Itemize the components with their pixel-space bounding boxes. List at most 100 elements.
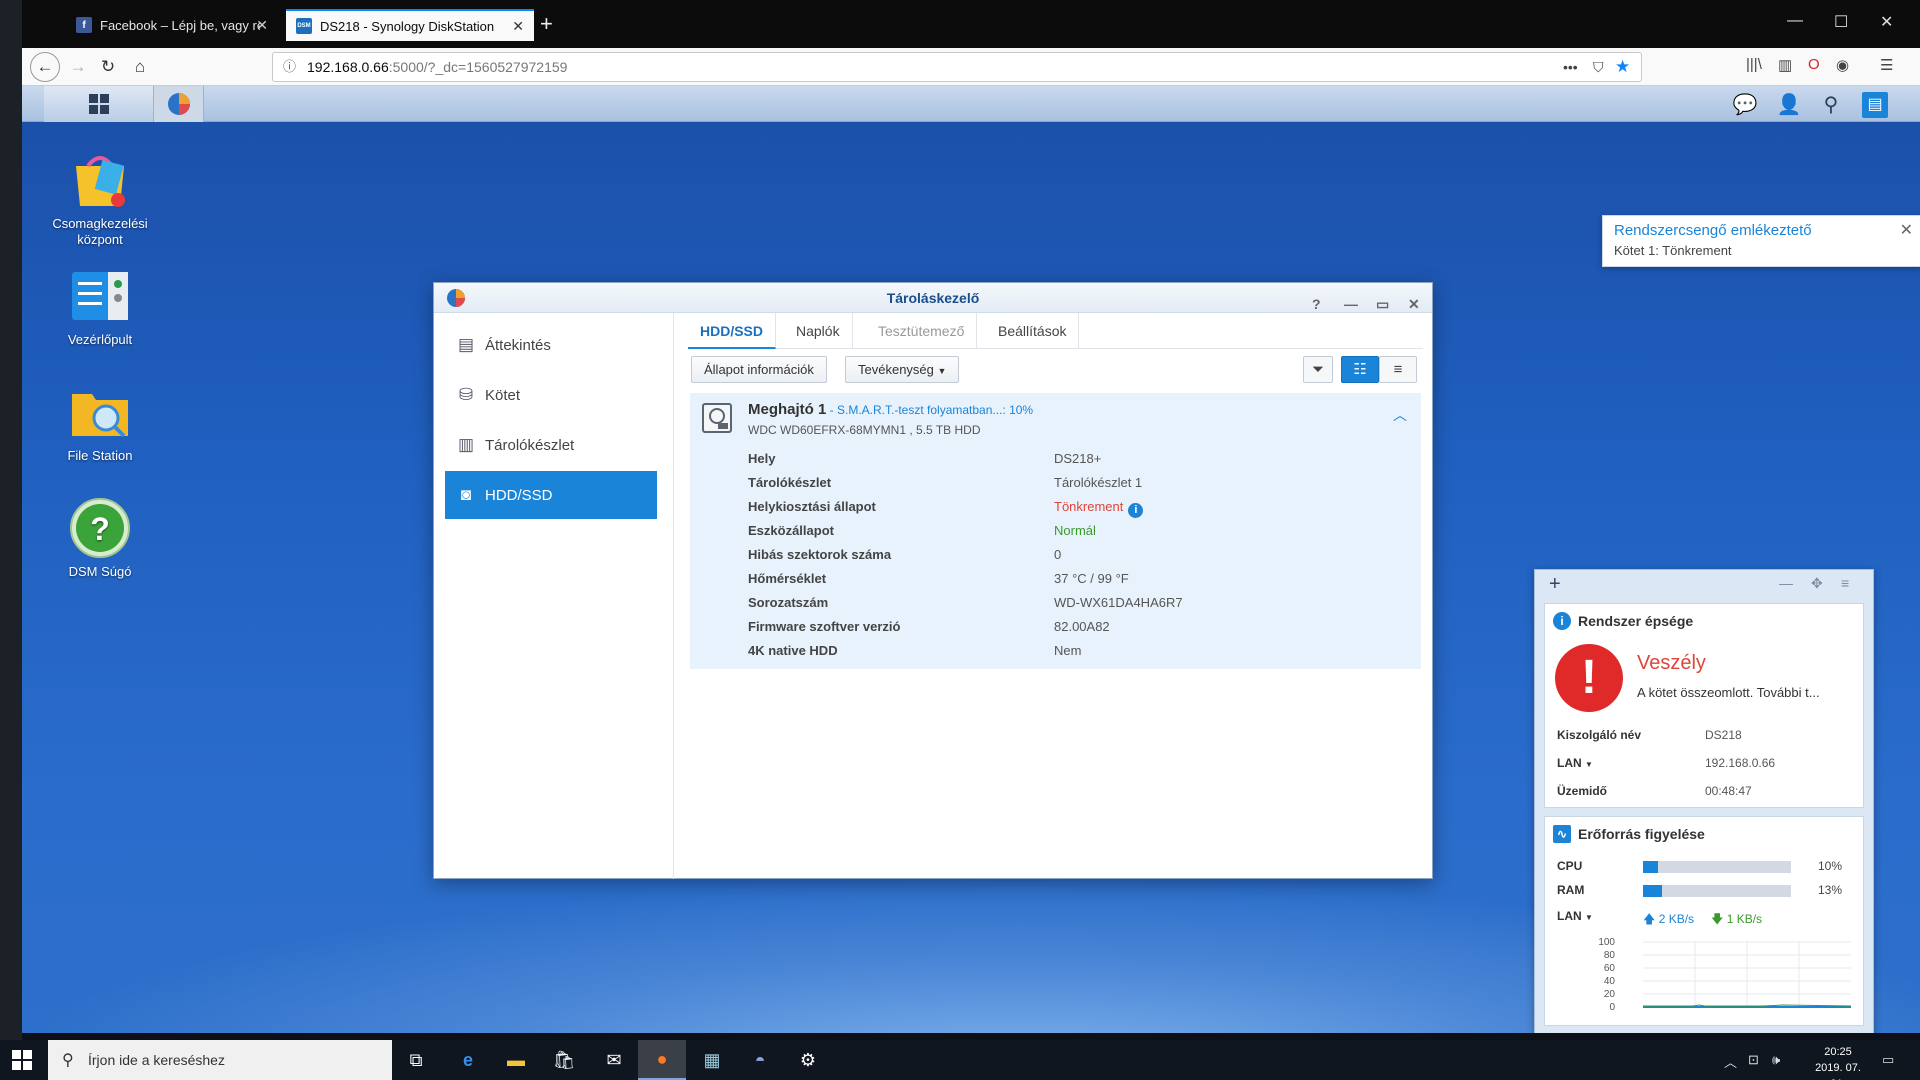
pin-icon[interactable]: ✥ [1811,575,1823,592]
user-icon[interactable]: 👤 [1776,92,1802,118]
volume-icon[interactable]: 🕪 [1772,1052,1780,1068]
desktop-icon-dsm-help[interactable]: ? DSM Súgó [40,496,160,580]
tab-test-scheduler[interactable]: Tesztütemező [866,313,978,349]
sidebar-item-hdd-ssd[interactable]: ◙ HDD/SSD [445,471,657,519]
disk-panel[interactable]: Meghajtó 1 - S.M.A.R.T.-teszt folyamatba… [690,393,1421,669]
tab-settings[interactable]: Beállítások [986,313,1080,349]
property-row: Helykiosztási állapot Tönkrement i [748,499,1388,523]
health-message[interactable]: A kötet összeomlott. További t... [1637,685,1820,700]
sidebar-item-volume[interactable]: ⛁ Kötet [445,371,657,419]
sidebar-item-label: Tárolókészlet [485,436,575,454]
window-titlebar[interactable]: Tároláskezelő ? — ▭ ✕ [434,283,1432,313]
firefox-icon[interactable]: ● [638,1040,686,1080]
home-icon[interactable]: ⌂ [128,55,152,79]
sidebar-icon[interactable]: ▥ [1778,56,1792,74]
close-tab-icon[interactable]: ✕ [256,17,268,34]
tab-facebook[interactable]: f Facebook – Lépj be, vagy regisz ✕ [66,9,278,41]
status-info-button[interactable]: Állapot információk [691,356,827,383]
chevron-up-icon[interactable]: ︿ [1393,405,1407,425]
detail-view-button[interactable]: ☷ [1341,356,1379,383]
main-menu-icon [88,94,109,114]
property-row: Firmware szoftver verzió 82.00A82 [748,619,1388,643]
list-view-button[interactable]: ≡ [1379,356,1417,383]
menu-icon[interactable]: ☰ [1880,56,1893,74]
property-key: Hőmérséklet [748,571,827,586]
close-window-icon[interactable]: ✕ [1880,12,1893,32]
network-icon[interactable]: ⊡ [1748,1052,1759,1068]
windows-start-icon[interactable] [12,1050,32,1070]
chat-icon[interactable]: 💬 [1732,92,1758,118]
opera-icon[interactable]: O [1808,56,1820,73]
smart-status: - S.M.A.R.T.-teszt folyamatban...: 10% [826,403,1034,417]
action-button[interactable]: Tevékenység ▼ [845,356,960,383]
desktop-icon-package-center[interactable]: Csomagkezelési központ [40,148,160,248]
steam-icon[interactable]: ⚙ [784,1040,832,1080]
widget-panel: + — ✥ ≡ i Rendszer épsége ! Veszély A köt… [1534,569,1874,1033]
property-row: Hőmérséklet 37 °C / 99 °F [748,571,1388,595]
maximize-icon[interactable]: ☐ [1834,12,1848,32]
task-view-icon[interactable]: ⧉ [392,1040,440,1080]
add-widget-icon[interactable]: + [1549,573,1561,596]
tab-diskstation[interactable]: DSM DS218 - Synology DiskStation ✕ [286,9,534,41]
hdd-icon [702,403,732,433]
dsm-taskbar: 💬 👤 ⚲ ▤ [22,86,1920,122]
sidebar-item-overview[interactable]: ▤ Áttekintés [445,321,657,369]
pocket-icon[interactable]: ⛉ [1593,53,1604,81]
desktop-icon-label: File Station [67,448,133,463]
collapse-icon[interactable]: ≡ [1841,575,1849,591]
chevron-down-icon: ▼ [1585,913,1593,922]
info-icon[interactable]: ⓘ [283,53,296,81]
search-icon: ⚲ [62,1052,74,1069]
new-tab-button[interactable]: + [540,11,553,37]
minimize-icon[interactable]: — [1779,575,1793,591]
widgets-icon[interactable]: ▤ [1862,92,1888,118]
store-icon[interactable]: 🛍 [540,1040,588,1080]
library-icon[interactable]: |||\ [1746,56,1762,73]
lan-dropdown[interactable]: LAN ▼ [1557,909,1593,923]
sidebar-item-storage-pool[interactable]: ▥ Tárolókészlet [445,421,657,469]
file-explorer-icon[interactable]: ▬ [492,1040,540,1080]
lan-dropdown[interactable]: LAN ▼ [1557,756,1593,770]
taskbar-clock[interactable]: 20:25 2019. 07. 31. [1808,1044,1868,1080]
browser-tabbar: f Facebook – Lépj be, vagy regisz ✕ DSM … [22,0,1920,48]
storage-manager-taskbar-button[interactable] [154,86,204,122]
desktop-icon-control-panel[interactable]: Vezérlőpult [40,264,160,348]
server-name-label: Kiszolgáló név [1557,728,1642,742]
main-menu-button[interactable] [44,86,154,122]
more-icon[interactable]: ••• [1563,53,1578,81]
disk-name: Meghajtó 1 [748,401,827,418]
property-key: Hely [748,451,776,466]
allocation-status-value: Tönkrement i [1054,499,1144,518]
network-graph [1643,941,1851,1008]
axis-label: 80 [1603,950,1615,961]
detail-view-icon: ☷ [1353,361,1367,378]
storage-pool-icon: ▥ [457,435,475,454]
info-icon[interactable]: i [1128,503,1144,518]
account-icon[interactable]: ◉ [1836,56,1849,74]
reload-icon[interactable]: ↻ [96,55,120,79]
filter-button[interactable]: ⏷ [1303,356,1333,383]
url-bar[interactable]: ⓘ 192.168.0.66:5000/?_dc=1560527972159 •… [272,52,1642,82]
notifications-icon[interactable]: ▭ [1882,1052,1894,1068]
close-tab-icon[interactable]: ✕ [512,18,524,35]
close-icon[interactable]: ✕ [1900,220,1913,240]
back-icon[interactable]: ← [30,52,60,82]
mail-icon[interactable]: ✉ [590,1040,638,1080]
tab-logs[interactable]: Naplók [784,313,853,349]
forward-icon[interactable]: → [66,55,90,79]
edge-icon[interactable]: e [444,1040,492,1080]
bookmark-star-icon[interactable]: ★ [1615,53,1630,81]
search-icon[interactable]: ⚲ [1818,92,1844,118]
chevron-up-icon[interactable]: ︿ [1724,1052,1737,1071]
cpu-bar [1643,861,1791,873]
app-icon[interactable]: ▦ [688,1040,736,1080]
desktop-icon-label: Csomagkezelési központ [52,216,148,247]
uptime-label: Üzemidő [1557,784,1608,798]
cpu-bar-fill [1643,861,1658,873]
minimize-icon[interactable]: — [1787,12,1803,30]
desktop-icon-file-station[interactable]: File Station [40,380,160,464]
discord-icon[interactable]: ◓ [736,1040,784,1080]
taskbar-search-input[interactable]: ⚲ Írjon ide a kereséshez [48,1040,392,1080]
tab-hdd-ssd[interactable]: HDD/SSD [688,313,777,349]
notification-toast[interactable]: Rendszercsengő emlékeztető Kötet 1: Tönk… [1602,215,1920,267]
